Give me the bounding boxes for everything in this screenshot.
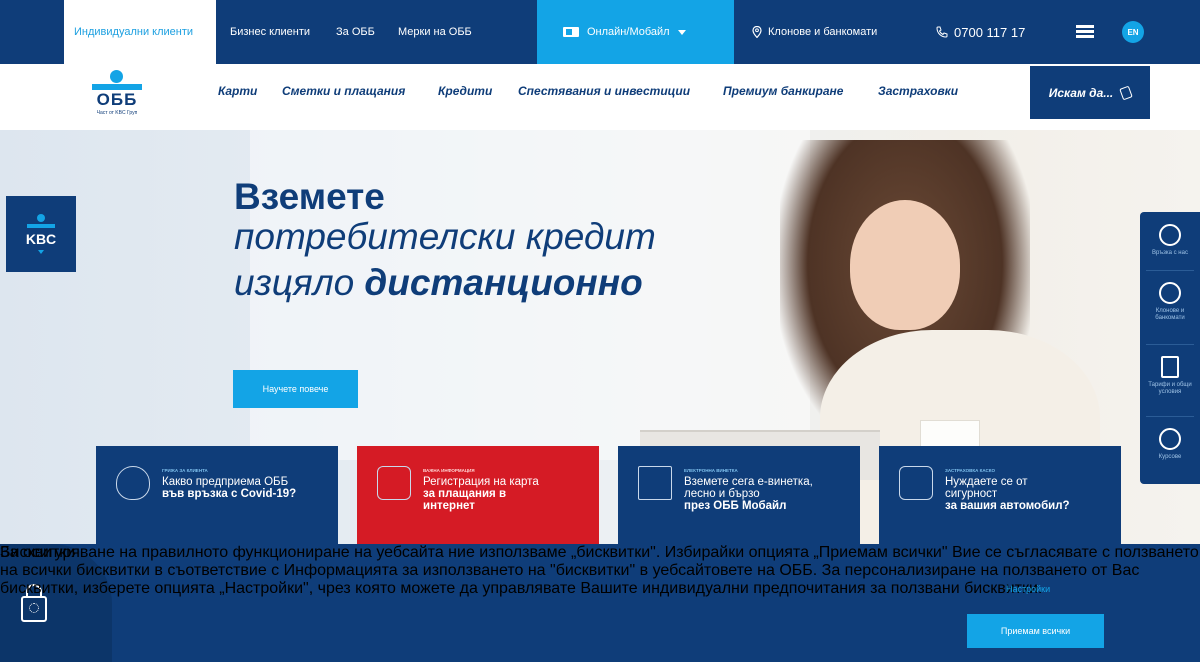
kbc-logo-tab[interactable]: KBC bbox=[6, 196, 76, 272]
shield-icon bbox=[116, 466, 150, 500]
branches-label: Клонове и банкомати bbox=[768, 26, 878, 38]
language-switch[interactable]: EN bbox=[1122, 21, 1144, 43]
tab-label: Мерки на ОББ bbox=[398, 26, 472, 38]
nav-item-insurance[interactable]: Застраховки bbox=[878, 84, 958, 98]
hero-title-line3-bold: дистанционно bbox=[364, 262, 643, 303]
card-casco[interactable]: ЗАСТРАХОВКА КАСКО Нуждаете се от сигурнос… bbox=[879, 446, 1121, 546]
card-text: Вземете сега e-винетка, лесно и бързо през… bbox=[684, 476, 854, 512]
card-text-line: за вашия автомобил? bbox=[945, 500, 1070, 512]
nav-item-loans[interactable]: Кредити bbox=[438, 84, 492, 98]
hero-title-line3: изцяло дистанционно bbox=[234, 262, 643, 304]
pointer-icon bbox=[1119, 85, 1134, 100]
hero-title-line1: Вземете bbox=[234, 176, 385, 217]
card-caption: ГРИЖА ЗА КЛИЕНТА bbox=[162, 468, 208, 473]
tab-label: Бизнес клиенти bbox=[230, 26, 311, 38]
card-text-line: Регистрация на карта bbox=[423, 476, 539, 488]
rail-branches[interactable]: Клонове и банкомати bbox=[1140, 282, 1200, 322]
card-text: Какво предприема ОББ във връзка с Covid-1… bbox=[162, 476, 332, 500]
rail-label: Връзка с нас bbox=[1152, 250, 1188, 256]
tab-individual-clients[interactable]: Индивидуални клиенти bbox=[64, 0, 216, 64]
phone-link[interactable]: 0700 117 17 bbox=[936, 0, 1025, 64]
rail-contact[interactable]: Връзка с нас bbox=[1140, 224, 1200, 257]
branches-link[interactable]: Клонове и банкомати bbox=[752, 0, 877, 64]
hero-image-face bbox=[850, 200, 960, 330]
card-text-line: за плащания в bbox=[423, 488, 507, 500]
top-bar: Индивидуални клиенти Бизнес клиенти За О… bbox=[0, 0, 1200, 64]
card-card-registration[interactable]: ВАЖНА ИНФОРМАЦИЯ Регистрация на карта за … bbox=[357, 446, 599, 546]
accept-all-button[interactable]: Приемам всички bbox=[967, 614, 1104, 648]
document-icon bbox=[1161, 356, 1179, 378]
i-want-to-label: Искам да... bbox=[1048, 85, 1114, 100]
card-text-line: Вземете сега e-винетка, bbox=[684, 476, 813, 488]
i-want-to-button[interactable]: Искам да... bbox=[1030, 66, 1150, 119]
car-icon bbox=[899, 466, 933, 500]
currency-exchange-icon bbox=[1159, 428, 1181, 450]
card-text-line: сигурност bbox=[945, 488, 998, 500]
language-label: EN bbox=[1127, 27, 1139, 37]
obb-logo[interactable]: ОББ Част от KBC Груп bbox=[86, 70, 148, 120]
hamburger-menu-icon[interactable] bbox=[1076, 25, 1094, 39]
phone-number: 0700 117 17 bbox=[954, 24, 1026, 40]
card-text: Регистрация на карта за плащания в интерне… bbox=[423, 476, 593, 512]
card-text-line: във връзка с Covid-19? bbox=[162, 488, 297, 500]
learn-more-label: Научете повече bbox=[262, 384, 329, 394]
tab-business-clients[interactable]: Бизнес клиенти bbox=[230, 0, 310, 64]
vignette-icon bbox=[638, 466, 672, 500]
card-covid[interactable]: ГРИЖА ЗА КЛИЕНТА Какво предприема ОББ във… bbox=[96, 446, 338, 546]
phone-icon bbox=[1159, 224, 1181, 246]
logo-name: ОББ bbox=[96, 90, 138, 109]
cookie-policy-link[interactable]: Информацията за използването на "бисквит… bbox=[284, 562, 813, 579]
phone-icon bbox=[936, 26, 948, 38]
online-mobile-dropdown[interactable]: Онлайн/Мобайл bbox=[537, 0, 734, 64]
tab-label: За ОББ bbox=[336, 26, 375, 38]
tab-measures[interactable]: Мерки на ОББ bbox=[398, 0, 472, 64]
nav-item-premium[interactable]: Премиум банкиране bbox=[723, 84, 843, 98]
rail-label: Тарифи и общи условия bbox=[1148, 382, 1192, 395]
card-caption: ЗАСТРАХОВКА КАСКО bbox=[945, 468, 995, 473]
card-text-line: през ОББ Мобайл bbox=[684, 500, 787, 512]
nav-item-cards[interactable]: Карти bbox=[218, 84, 257, 98]
quick-links-rail: Връзка с нас Клонове и банкомати Тарифи … bbox=[1140, 212, 1200, 484]
rail-label: Клонове и банкомати bbox=[1155, 308, 1185, 321]
nav-item-accounts[interactable]: Сметки и плащания bbox=[282, 84, 405, 98]
monitor-icon bbox=[563, 27, 579, 37]
logo-subtitle: Част от KBC Груп bbox=[96, 110, 138, 116]
card-text-line: Нуждаете се от bbox=[945, 476, 1028, 488]
card-text-line: интернет bbox=[423, 500, 475, 512]
card-text-line: лесно и бързо bbox=[684, 488, 760, 500]
rail-rates[interactable]: Курсове bbox=[1140, 428, 1200, 461]
card-caption: ЕЛЕКТРОННА ВИНЕТКА bbox=[684, 468, 738, 473]
hero-title-line3-light: изцяло bbox=[234, 262, 365, 303]
learn-more-button[interactable]: Научете повече bbox=[233, 370, 358, 408]
hero-title-line2: потребителски кредит bbox=[234, 216, 656, 257]
card-e-vignette[interactable]: ЕЛЕКТРОННА ВИНЕТКА Вземете сега e-винетк… bbox=[618, 446, 860, 546]
map-pin-icon bbox=[1159, 282, 1181, 304]
rail-tariffs[interactable]: Тарифи и общи условия bbox=[1140, 356, 1200, 396]
card-caption: ВАЖНА ИНФОРМАЦИЯ bbox=[423, 468, 475, 473]
accept-all-label: Приемам всички bbox=[1000, 626, 1071, 636]
online-label: Онлайн/Мобайл bbox=[587, 26, 670, 38]
rail-label: Курсове bbox=[1158, 454, 1182, 460]
nav-item-savings[interactable]: Спестявания и инвестиции bbox=[518, 84, 690, 98]
location-pin-icon bbox=[752, 26, 762, 38]
cookie-settings-link[interactable]: Настройки bbox=[1006, 584, 1050, 594]
kbc-label: KBC bbox=[25, 231, 57, 247]
chevron-down-icon bbox=[38, 250, 44, 254]
card-text-line: Какво предприема ОББ bbox=[162, 476, 289, 488]
card-text: Нуждаете се от сигурност за вашия автомоби… bbox=[945, 476, 1115, 512]
chevron-down-icon bbox=[677, 29, 686, 35]
tab-label: Индивидуални клиенти bbox=[74, 26, 194, 38]
credit-card-icon bbox=[377, 466, 411, 500]
tab-about[interactable]: За ОББ bbox=[336, 0, 375, 64]
